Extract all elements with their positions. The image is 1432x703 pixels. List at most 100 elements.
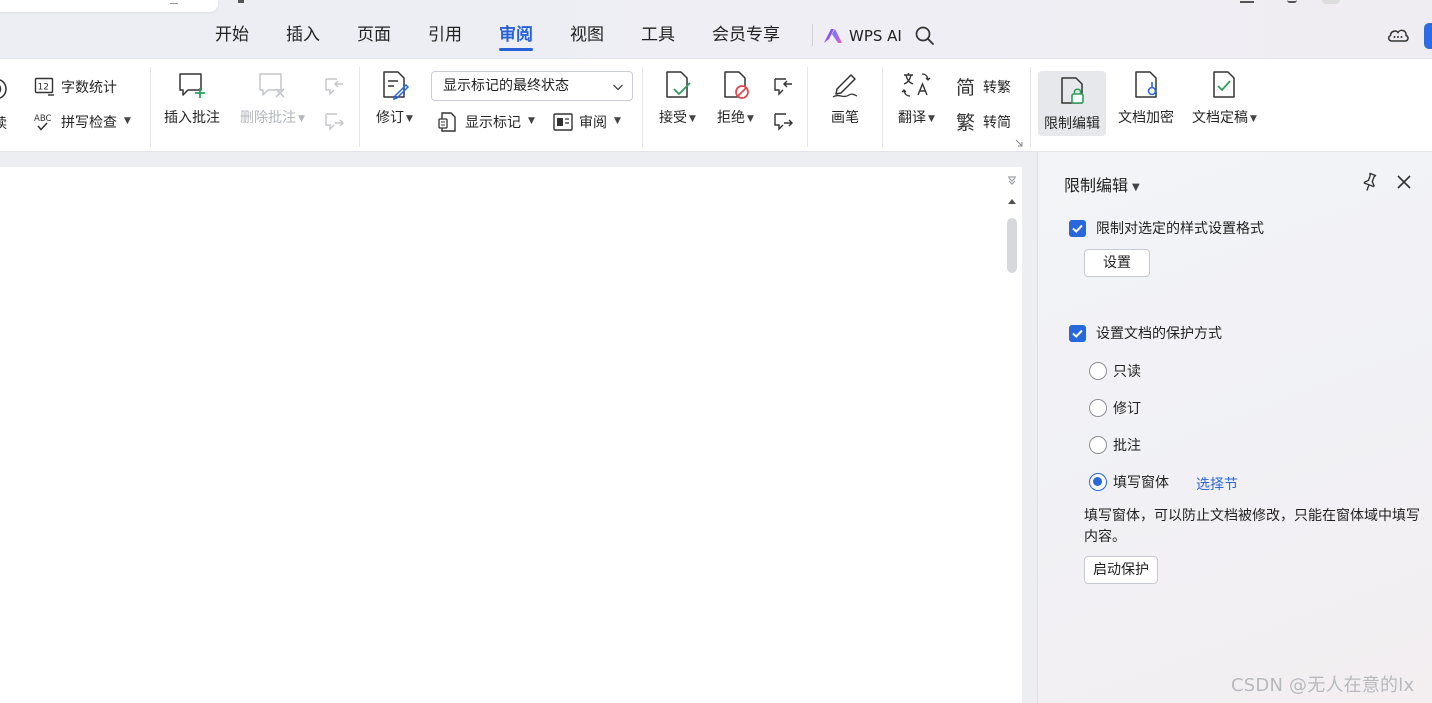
chevron-down-icon: ▼ [747,114,754,124]
settings-button[interactable]: 设置 [1084,249,1150,277]
read-aloud-fragment[interactable]: 读 [0,111,7,135]
document-page[interactable] [0,167,1022,703]
tab-tools[interactable]: 工具 [641,24,675,50]
radio-button[interactable] [1089,362,1107,380]
chevron-down-icon: ▼ [928,114,935,124]
chevron-down-icon: ▼ [528,116,535,126]
start-protection-button[interactable]: 启动保护 [1084,556,1158,584]
reject-icon [719,69,751,101]
chevron-down-icon: ▼ [1132,182,1140,193]
select-section-link[interactable]: 选择节 [1196,474,1238,494]
tab-review[interactable]: 审阅 [499,24,533,51]
restrict-editing-button[interactable]: 限制编辑 [1038,71,1106,136]
radio-comments[interactable]: 批注 [1089,435,1141,455]
translate-button[interactable]: 翻译 ▼ [898,69,935,127]
protection-method-checkbox[interactable] [1069,324,1086,342]
word-count-icon-text: 12 [38,83,49,93]
pen-label: 画笔 [831,110,859,126]
document-tab-fragment[interactable] [0,0,218,12]
next-comment-button[interactable] [323,110,345,134]
to-traditional-label: 转繁 [983,80,1011,96]
ribbon-divider [359,67,360,147]
show-markup-icon [438,111,460,133]
radio-track-changes[interactable]: 修订 [1089,398,1141,418]
accept-label: 接受 [659,110,687,126]
previous-change-button[interactable] [772,75,794,99]
markup-view-value: 显示标记的最终状态 [443,78,569,94]
close-icon[interactable] [1395,173,1413,191]
tab-home[interactable]: 开始 [215,24,249,50]
group-launcher-icon[interactable] [1015,139,1023,147]
radio-fill-forms[interactable]: 填写窗体 [1089,472,1169,492]
to-traditional-button[interactable]: 简 转繁 [956,75,1011,99]
reject-button[interactable]: 拒绝 ▼ [717,69,754,127]
traditional-chinese-icon: 简 [956,76,978,98]
ribbon-divider [1030,67,1031,147]
next-change-button[interactable] [772,110,794,134]
ribbon-divider [882,67,883,147]
format-restriction-label: 限制对选定的样式设置格式 [1096,221,1264,237]
radio-button[interactable] [1089,399,1107,417]
svg-text:繁: 繁 [956,112,975,133]
tab-view[interactable]: 视图 [570,24,604,50]
spell-check-button[interactable]: ABC 拼写检查 ▼ [34,110,131,134]
tab-page[interactable]: 页面 [357,24,391,50]
collapse-ruler-icon[interactable] [1006,175,1018,187]
accept-button[interactable]: 接受 ▼ [659,69,696,127]
insert-comment-button[interactable]: 插入批注 [164,69,220,127]
spell-check-label: 拼写检查 [61,115,117,131]
review-pane-icon [552,111,574,133]
review-ribbon: 读 12 字数统计 ABC 拼写检查▼ 插入批注 删除批注▼ [0,58,1432,152]
scroll-up-arrow-icon[interactable] [1006,196,1018,206]
next-comment-icon [323,111,345,133]
pen-icon [829,69,861,101]
vertical-scrollbar-thumb[interactable] [1007,218,1017,273]
show-markup-label: 显示标记 [465,115,521,131]
ribbon-divider [150,67,151,147]
chevron-down-icon: ▼ [1250,114,1257,124]
read-aloud-icon-fragment[interactable] [0,77,10,101]
cloud-sync-icon[interactable] [1386,24,1410,46]
format-restriction-checkbox[interactable] [1069,219,1086,237]
insert-comment-label: 插入批注 [164,110,220,126]
toolbar-fragment [238,0,244,3]
encrypt-document-icon [1130,69,1162,101]
svg-text:简: 简 [956,77,975,98]
word-count-button[interactable]: 12 字数统计 [34,75,117,99]
window-control-fragment [1287,0,1297,3]
track-changes-label: 修订 [376,110,404,126]
format-restriction-row: 限制对选定的样式设置格式 [1069,218,1264,238]
delete-comment-button[interactable]: 删除批注 ▼ [240,69,305,127]
avatar-fragment [1322,0,1340,4]
radio-button-selected[interactable] [1089,473,1107,491]
tab-member[interactable]: 会员专享 [712,24,780,50]
radio-button[interactable] [1089,436,1107,454]
panel-title-dropdown[interactable]: 限制编辑 ▼ [1064,172,1140,196]
restrict-editing-label: 限制编辑 [1044,116,1100,132]
to-simplified-button[interactable]: 繁 转简 [956,110,1011,134]
tab-references[interactable]: 引用 [428,24,462,50]
show-markup-button[interactable]: 显示标记 ▼ [438,110,535,134]
pin-icon[interactable] [1360,172,1380,192]
tab-insert[interactable]: 插入 [286,24,320,50]
track-changes-icon [378,69,410,101]
radio-read-only[interactable]: 只读 [1089,361,1141,381]
previous-comment-button[interactable] [323,75,345,99]
radio-fill-forms-label: 填写窗体 [1113,475,1169,491]
panel-title: 限制编辑 [1064,176,1129,195]
chevron-down-icon: ▼ [689,114,696,124]
pen-button[interactable]: 画笔 [829,69,861,127]
review-pane-button[interactable]: 审阅 ▼ [552,110,621,134]
finalize-document-button[interactable]: 文档定稿 ▼ [1192,69,1257,127]
share-button-edge[interactable] [1424,23,1432,49]
restrict-editing-panel: 限制编辑 ▼ 限制对选定的样式设置格式 设置 设置文档的保护方式 只读 修订 批注… [1037,152,1432,703]
window-control-fragment [1240,0,1254,3]
track-changes-button[interactable]: 修订 ▼ [376,69,413,127]
wps-ai-button[interactable]: WPS AI [823,24,902,48]
markup-view-select[interactable]: 显示标记的最终状态 [431,71,633,101]
watermark-text: CSDN @无人在意的lx [1231,675,1415,696]
previous-change-icon [772,76,794,98]
encrypt-document-button[interactable]: 文档加密 [1118,69,1174,127]
search-icon[interactable] [914,25,936,47]
review-pane-label: 审阅 [579,115,607,131]
